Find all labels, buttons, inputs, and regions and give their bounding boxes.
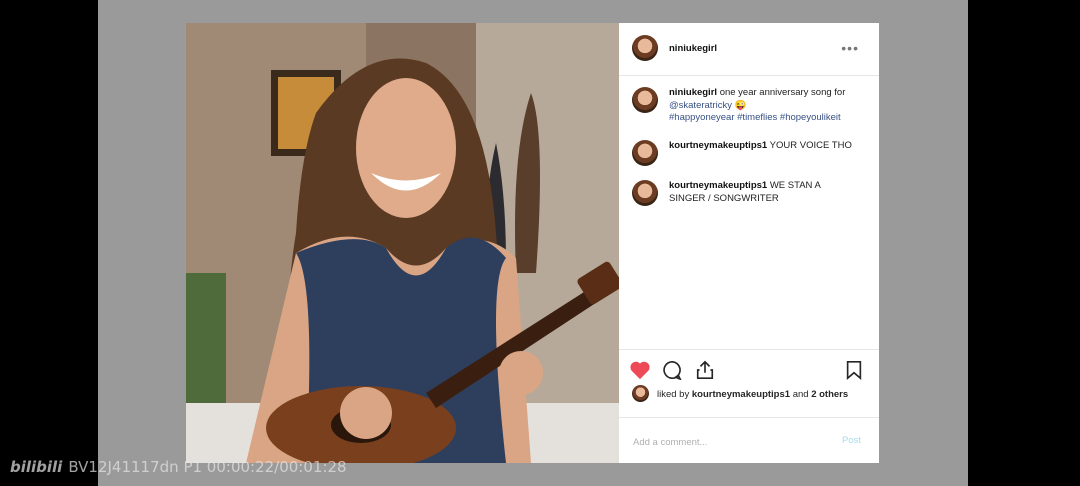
- hashtag-link[interactable]: #hopeyoulikeit: [780, 112, 841, 123]
- more-horizontal-icon[interactable]: •••: [841, 40, 859, 56]
- avatar[interactable]: [632, 140, 658, 166]
- caption-text: niniukegirl one year anniversary song fo…: [669, 87, 869, 125]
- comment-username[interactable]: kourtneymakeuptips1: [669, 180, 767, 191]
- caption-body: one year anniversary song for: [719, 87, 846, 98]
- likes-summary: liked by kourtneymakeuptips1 and 2 other…: [619, 385, 879, 405]
- mention-link[interactable]: @skateratricky: [669, 100, 732, 111]
- likes-prefix: liked by: [657, 389, 690, 400]
- post-button[interactable]: Post: [842, 435, 861, 446]
- avatar[interactable]: [632, 385, 649, 402]
- post-header: niniukegirl •••: [619, 23, 879, 76]
- photo-illustration: [186, 23, 619, 463]
- letterbox-right: [968, 0, 1080, 486]
- bookmark-icon[interactable]: [845, 360, 863, 385]
- avatar[interactable]: [632, 180, 658, 206]
- avatar[interactable]: [632, 87, 658, 113]
- share-icon[interactable]: [694, 360, 716, 385]
- post-username[interactable]: niniukegirl: [669, 43, 717, 54]
- likes-text: liked by kourtneymakeuptips1 and 2 other…: [657, 389, 848, 400]
- comment-text: kourtneymakeuptips1 YOUR VOICE THO: [669, 140, 869, 153]
- heart-filled-icon[interactable]: [629, 360, 651, 385]
- likes-others-link[interactable]: 2 others: [811, 389, 848, 400]
- comment-username[interactable]: kourtneymakeuptips1: [669, 140, 767, 151]
- emoji: 😜: [734, 99, 747, 111]
- likes-and: and: [792, 389, 809, 400]
- hashtag-link[interactable]: #happyoneyear: [669, 112, 735, 123]
- avatar[interactable]: [632, 35, 658, 61]
- comment-body: YOUR VOICE THO: [769, 140, 852, 151]
- action-bar: [619, 349, 879, 381]
- post-sidebar: niniukegirl ••• niniukegirl one year ann…: [619, 23, 879, 463]
- watermark-text: BV12J41117dn P1 00:00:22/00:01:28: [68, 458, 347, 476]
- caption-username[interactable]: niniukegirl: [669, 87, 717, 98]
- comment-input[interactable]: [631, 432, 825, 452]
- add-comment-bar: Post: [619, 417, 879, 464]
- comment-text: kourtneymakeuptips1 WE STAN A SINGER / S…: [669, 180, 834, 205]
- likes-user-link[interactable]: kourtneymakeuptips1: [692, 389, 790, 400]
- post-photo[interactable]: [186, 23, 619, 463]
- bilibili-logo: bilibili: [10, 458, 63, 476]
- video-watermark: bilibili BV12J41117dn P1 00:00:22/00:01:2…: [10, 458, 347, 476]
- hashtag-link[interactable]: #timeflies: [737, 112, 777, 123]
- comment-icon[interactable]: [661, 360, 683, 385]
